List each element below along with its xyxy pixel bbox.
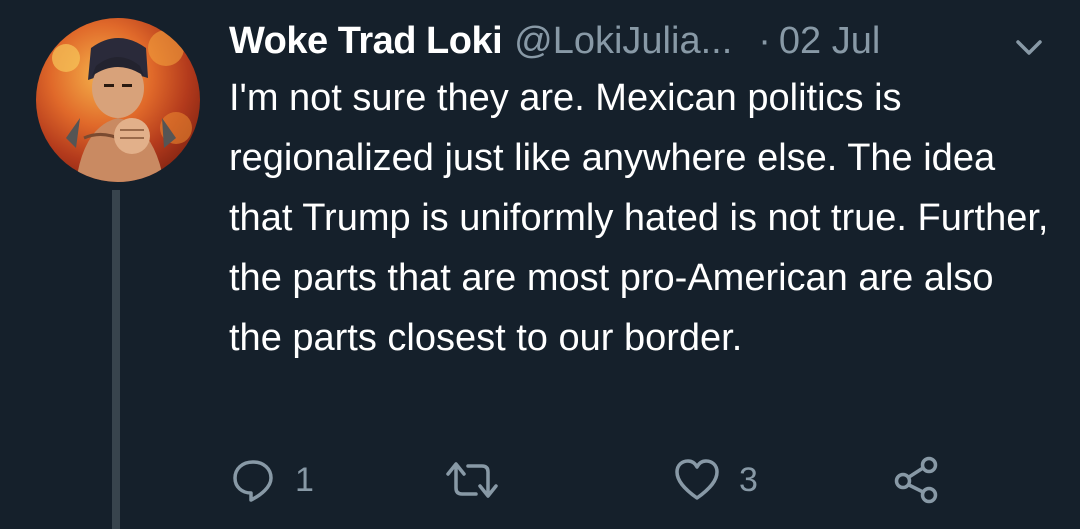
avatar-image (52, 30, 192, 182)
reply-icon (233, 460, 273, 502)
share-button[interactable] (891, 455, 941, 505)
tweet-header: Woke Trad Loki @LokiJulia... · 02 Jul (229, 14, 1059, 68)
reply-count: 1 (295, 460, 314, 499)
thread-line (112, 190, 120, 529)
share-icon (894, 456, 938, 504)
user-handle[interactable]: @LokiJulia... (514, 14, 732, 68)
retweet-button[interactable] (444, 455, 518, 505)
reply-button[interactable]: 1 (229, 455, 314, 505)
separator-dot: · (758, 20, 771, 62)
tweet-container[interactable]: Woke Trad Loki @LokiJulia... · 02 Jul I'… (0, 0, 1080, 529)
tweet-actions: 1 3 (229, 455, 989, 505)
avatar[interactable] (36, 18, 200, 182)
like-button[interactable]: 3 (673, 455, 758, 505)
tweet-date[interactable]: 02 Jul (779, 14, 880, 68)
tweet-text: I'm not sure they are. Mexican politics … (229, 77, 1049, 359)
tweet-content: Woke Trad Loki @LokiJulia... · 02 Jul I'… (229, 14, 1059, 368)
retweet-icon (446, 462, 498, 498)
like-count: 3 (739, 460, 758, 499)
heart-icon (675, 459, 719, 500)
display-name[interactable]: Woke Trad Loki (229, 14, 503, 68)
chevron-down-icon[interactable] (1014, 36, 1044, 58)
